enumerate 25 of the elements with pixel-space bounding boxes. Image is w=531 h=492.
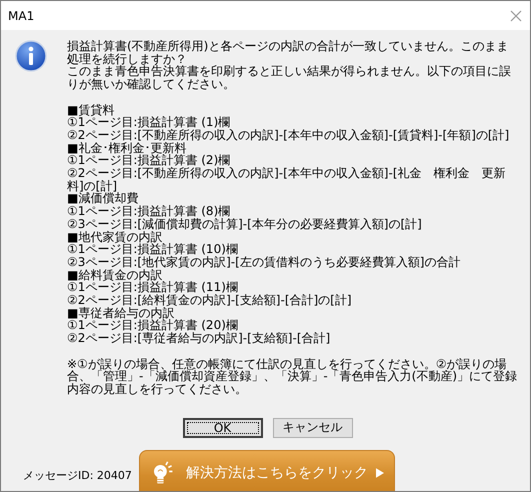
item-text: ①1ページ目:損益計算書 (10)欄: [67, 243, 239, 256]
message-text: このまま青色申告決算書を印刷すると正しい結果が得られません。以下の項目に誤りが無いか確認してください。: [67, 65, 512, 91]
cancel-button[interactable]: キャンセル: [272, 418, 352, 438]
window-title: MA1: [8, 8, 34, 22]
message-text: 損益計算書(不動産所得用)と各ページの内訳の合計が一致していません。このまま処理を続行しますか？: [67, 40, 508, 66]
item-text: ②2ページ目:[専従者給与の内訳]-[支給額]-[合計]: [67, 332, 332, 345]
item-text: ②3ページ目:[地代家賃の内訳]-[左の賃借料のうち必要経費算入額]の合計: [67, 256, 462, 269]
item-text: ①1ページ目:損益計算書 (11)欄: [67, 281, 239, 294]
section-heading: ■給料賃金の内訳: [67, 268, 162, 282]
item-text: ①1ページ目:損益計算書 (8)欄: [67, 205, 230, 218]
note-text: ※①が誤りの場合、任意の帳簿にて仕訳の見直しを行ってください。②が誤りの場合、「管理」-「減価償却資産登録」、「決算」-「青色申告入力(不動産)」にて登録内容の見直しを行ってください。: [67, 358, 518, 396]
section-heading: ■賃貸料: [67, 104, 116, 116]
item-text: ②2ページ目:[不動産所得の収入の内訳]-[本年中の収入金額]-[礼金 権利金 更新料]の[計]: [67, 167, 507, 192]
message-id: メッセージID: 20407: [22, 468, 133, 484]
section-heading: ■減価償却費: [67, 192, 138, 206]
item-text: ②2ページ目:[不動産所得の収入の内訳]-[本年中の収入金額]-[賃貸料]-[年額]の[計]: [67, 128, 510, 142]
item-text: ②3ページ目:[減価償却費の計算]-[本年分の必要経費算入額]の[計]: [67, 218, 423, 231]
item-text: ②2ページ目:[給料賃金の内訳]-[支給額]-[合計]の[計]: [67, 294, 353, 307]
section-heading: ■礼金･権利金･更新料: [67, 142, 186, 154]
section-heading: ■地代家賃の内訳: [67, 230, 162, 244]
item-text: ①1ページ目:損益計算書 (2)欄: [67, 154, 230, 168]
item-text: ①1ページ目:損益計算書 (20)欄: [67, 319, 239, 332]
item-text: ①1ページ目:損益計算書 (1)欄: [67, 116, 230, 129]
ok-button[interactable]: OK: [182, 418, 262, 438]
section-heading: ■専従者給与の内訳: [67, 306, 174, 320]
